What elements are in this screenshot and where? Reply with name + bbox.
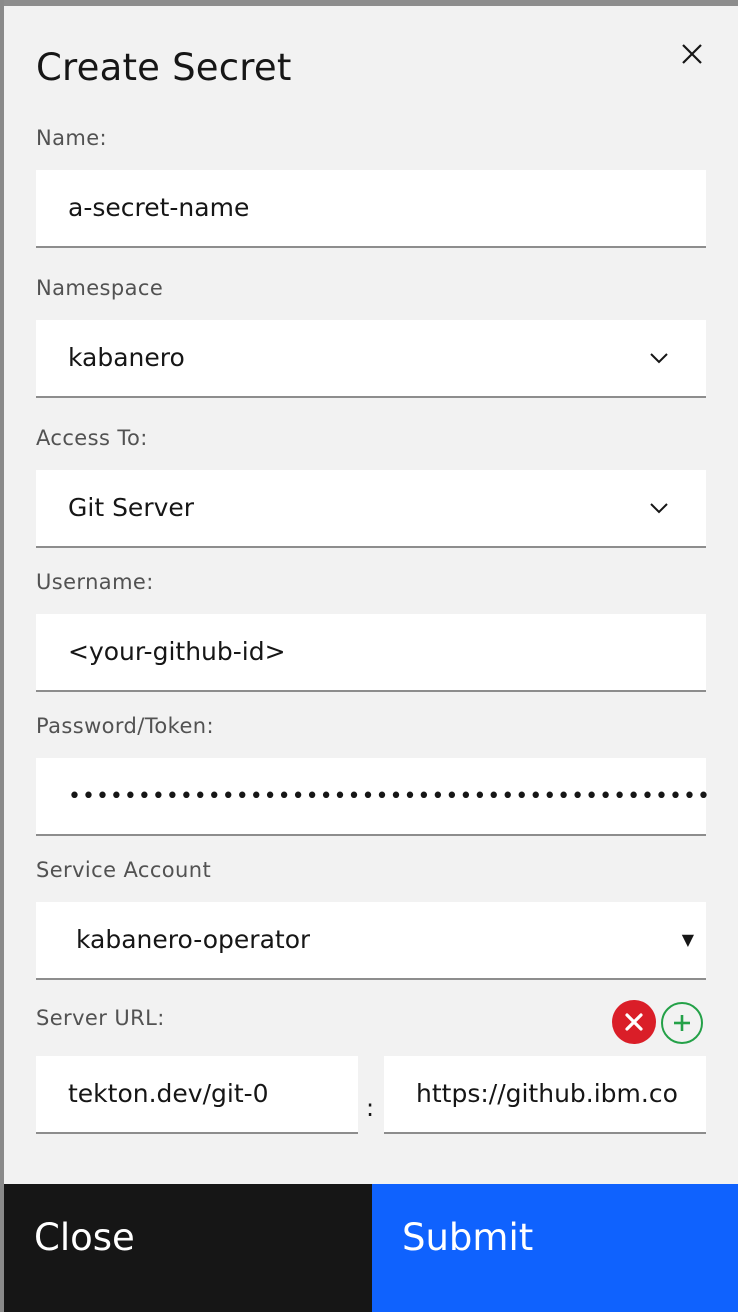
name-input-value: a-secret-name — [68, 193, 250, 222]
service-account-label: Service Account — [36, 858, 212, 882]
server-url-key-value: tekton.dev/git-0 — [68, 1079, 269, 1108]
name-label: Name: — [36, 126, 108, 150]
chevron-down-icon — [650, 353, 668, 364]
access-to-label: Access To: — [36, 426, 148, 450]
caret-down-icon: ▼ — [681, 930, 694, 949]
server-url-key-input[interactable]: tekton.dev/git-0 — [36, 1056, 358, 1134]
access-to-select[interactable]: Git Server — [36, 470, 706, 548]
remove-circle-icon — [625, 1013, 643, 1031]
close-button[interactable]: Close — [4, 1184, 372, 1312]
remove-server-url-button[interactable] — [612, 1000, 656, 1044]
close-modal-button[interactable] — [674, 36, 710, 72]
server-url-value-input[interactable]: https://github.ibm.co — [384, 1056, 706, 1134]
add-circle-icon — [674, 1015, 690, 1031]
username-input-value: <your-github-id> — [68, 637, 286, 666]
namespace-select[interactable]: kabanero — [36, 320, 706, 398]
server-url-value: https://github.ibm.co — [416, 1079, 678, 1108]
server-url-label: Server URL: — [36, 1006, 165, 1030]
namespace-select-value: kabanero — [68, 343, 185, 372]
password-label: Password/Token: — [36, 714, 214, 738]
username-label: Username: — [36, 570, 154, 594]
password-input-value: ••••••••••••••••••••••••••••••••••••••••… — [68, 784, 711, 809]
password-input[interactable]: ••••••••••••••••••••••••••••••••••••••••… — [36, 758, 710, 836]
name-input[interactable]: a-secret-name — [36, 170, 706, 248]
service-account-select[interactable]: kabanero-operator ▼ — [36, 902, 706, 980]
namespace-label: Namespace — [36, 276, 164, 300]
submit-button-label: Submit — [402, 1216, 534, 1259]
add-server-url-button[interactable] — [661, 1002, 703, 1044]
chevron-down-icon — [650, 503, 668, 514]
access-to-select-value: Git Server — [68, 493, 195, 522]
username-input[interactable]: <your-github-id> — [36, 614, 706, 692]
modal-title: Create Secret — [36, 46, 292, 89]
create-secret-modal: Create Secret Name: a-secret-name Namesp… — [4, 6, 738, 1312]
service-account-select-value: kabanero-operator — [76, 925, 311, 954]
close-icon — [682, 44, 702, 64]
close-button-label: Close — [34, 1216, 135, 1259]
submit-button[interactable]: Submit — [372, 1184, 738, 1312]
server-url-separator: : — [366, 1094, 375, 1122]
